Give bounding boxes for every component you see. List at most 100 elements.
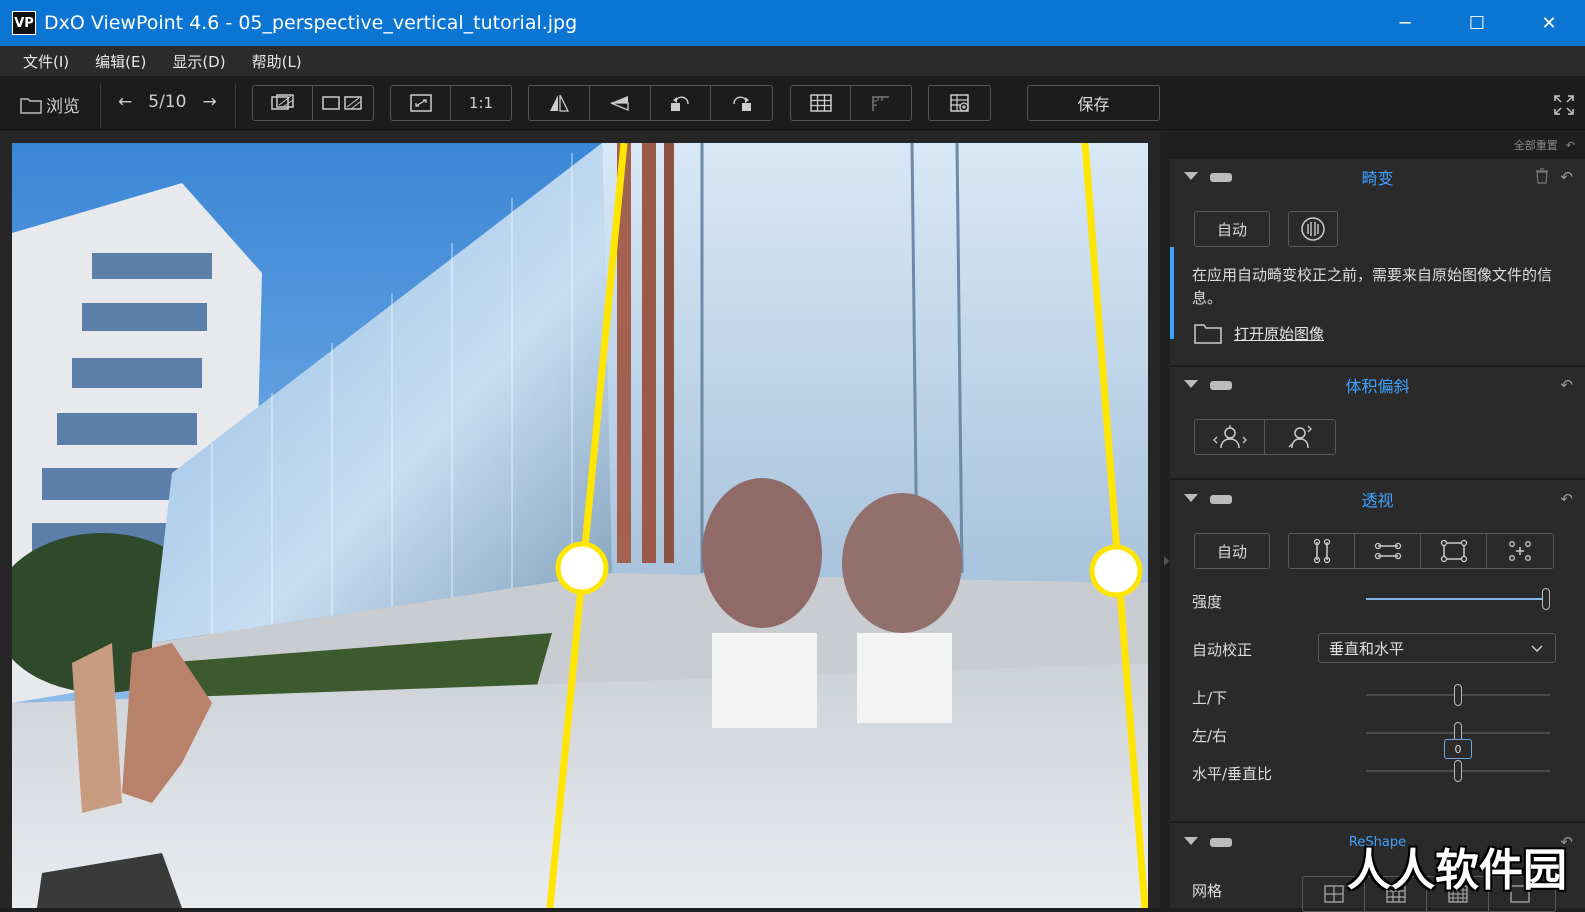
browse-label: 浏览 [46,97,80,117]
leftright-label: 左/右 [1192,727,1228,745]
reset-all-label[interactable]: 全部重置 [1514,137,1558,153]
compare-split-icon [322,96,362,110]
rectangle-icon [1440,539,1467,563]
reset-icon[interactable]: ↶ [1560,168,1573,186]
window-title: DxO ViewPoint 4.6 - 05_perspective_verti… [44,12,578,34]
distortion-auto-button[interactable]: 自动 [1194,211,1270,247]
split-view-button[interactable] [313,86,373,120]
settings-panel: 全部重置 ↶ 畸变 ↶ 自动 在应用自动畸变校正之前，需要来自原始图像文件的信息… [1170,131,1585,912]
distortion-section: 畸变 ↶ 自动 在应用自动畸变校正之前，需要来自原始图像文件的信息。 打开原始图… [1170,159,1585,369]
updown-slider-thumb[interactable] [1454,684,1462,706]
minimize-button[interactable]: ─ [1369,0,1441,46]
photo-preview [12,143,1148,908]
maximize-button[interactable]: ☐ [1441,0,1513,46]
strength-slider[interactable] [1366,588,1550,610]
grid-icon [809,94,832,112]
rotate-right-icon [732,96,751,111]
grid-button[interactable] [791,86,851,120]
open-raw-link[interactable]: 打开原始图像 [1194,322,1324,344]
fit-icon [409,94,432,112]
strength-label: 强度 [1192,593,1223,611]
vertical-lines-icon [1313,538,1330,564]
updown-slider[interactable] [1366,684,1550,706]
rectangle-button[interactable] [1421,534,1487,568]
next-image-button[interactable]: → [202,92,216,112]
volume-title: 体积偏斜 [1345,377,1410,396]
flip-horizontal-button[interactable] [529,86,590,120]
perspective-title: 透视 [1361,491,1394,510]
flip-vertical-icon [610,96,629,111]
volume-horizontal-button[interactable] [1195,420,1265,454]
ratio-slider[interactable] [1366,760,1550,782]
person-diagonal-icon [1288,425,1312,449]
grid-label: 网格 [1192,882,1223,900]
lens-profile-button[interactable] [1288,211,1338,247]
rotate-left-button[interactable] [651,86,712,120]
title-bar: VP DxO ViewPoint 4.6 - 05_perspective_ve… [0,0,1585,46]
menu-file[interactable]: 文件(I) [10,51,82,72]
ruler-icon [872,96,889,111]
grid-icon [1323,885,1344,903]
before-after-button[interactable] [253,86,313,120]
open-raw-label: 打开原始图像 [1234,324,1325,343]
zoom-100-button[interactable]: 1:1 [451,86,511,120]
folder-icon [20,97,42,114]
ratio-slider-thumb[interactable] [1454,760,1462,782]
distortion-info-text: 在应用自动畸变校正之前，需要来自原始图像文件的信息。 [1192,266,1553,307]
volume-diagonal-button[interactable] [1265,420,1335,454]
fit-screen-button[interactable] [391,86,451,120]
reset-all-icon[interactable]: ↶ [1566,139,1575,152]
reset-icon[interactable]: ↶ [1560,490,1573,508]
grid-group [790,85,912,121]
save-button[interactable]: 保存 [1027,85,1160,121]
watermark: 人人软件园 [1347,845,1567,896]
reset-icon[interactable]: ↶ [1560,376,1573,394]
transform-group [528,85,773,121]
export-button[interactable] [929,86,990,120]
panel-collapse-handle[interactable] [1160,131,1170,908]
export-grid-icon [949,94,969,112]
fullscreen-icon[interactable] [1553,94,1575,120]
eight-points-button[interactable] [1487,534,1553,568]
perspective-section: 透视 ↶ 自动 强度 自动校正 垂直和水平 上/下 左/右 0 水平/垂直比 [1170,481,1585,821]
leftright-slider[interactable] [1366,722,1550,744]
auto-correct-select[interactable]: 垂直和水平 [1318,633,1556,663]
updown-label: 上/下 [1192,689,1228,707]
strength-slider-thumb[interactable] [1542,588,1550,610]
rotate-left-icon [671,96,690,111]
compare-group [252,85,374,121]
toolbar: 浏览 ← 5/10 → 1:1 保存 [0,76,1585,130]
flip-horizontal-icon [549,94,569,112]
ratio-label: 水平/垂直比 [1192,765,1273,783]
prev-image-button[interactable]: ← [118,92,132,112]
leftright-value-readout[interactable]: 0 [1444,739,1472,759]
volume-mode-group [1194,419,1336,455]
trash-icon[interactable] [1535,168,1549,188]
points-icon [1509,541,1531,561]
horizontal-lines-button[interactable] [1355,534,1421,568]
vertical-lines-button[interactable] [1289,534,1355,568]
menu-view[interactable]: 显示(D) [159,51,238,72]
image-canvas[interactable] [0,131,1160,908]
close-button[interactable]: ✕ [1513,0,1585,46]
menu-edit[interactable]: 编辑(E) [82,51,159,72]
browse-button[interactable]: 浏览 [20,92,80,117]
app-logo: VP [12,11,36,35]
lens-icon [1301,217,1325,241]
menu-help[interactable]: 帮助(L) [239,51,315,72]
zoom-group: 1:1 [390,85,512,121]
perspective-auto-button[interactable]: 自动 [1194,533,1270,569]
person-horizontal-icon [1212,425,1247,449]
export-group [928,85,991,121]
distortion-title: 畸变 [1361,169,1394,188]
flip-vertical-button[interactable] [590,86,651,120]
menu-bar: 文件(I) 编辑(E) 显示(D) 帮助(L) [0,46,1585,76]
folder-icon [1194,324,1222,344]
compare-overlay-icon [270,94,294,110]
horizontal-lines-icon [1374,542,1401,560]
ruler-button[interactable] [851,86,911,120]
chevron-down-icon [1531,645,1543,653]
image-counter: 5/10 [148,92,187,112]
perspective-mode-group [1288,533,1554,569]
rotate-right-button[interactable] [711,86,772,120]
